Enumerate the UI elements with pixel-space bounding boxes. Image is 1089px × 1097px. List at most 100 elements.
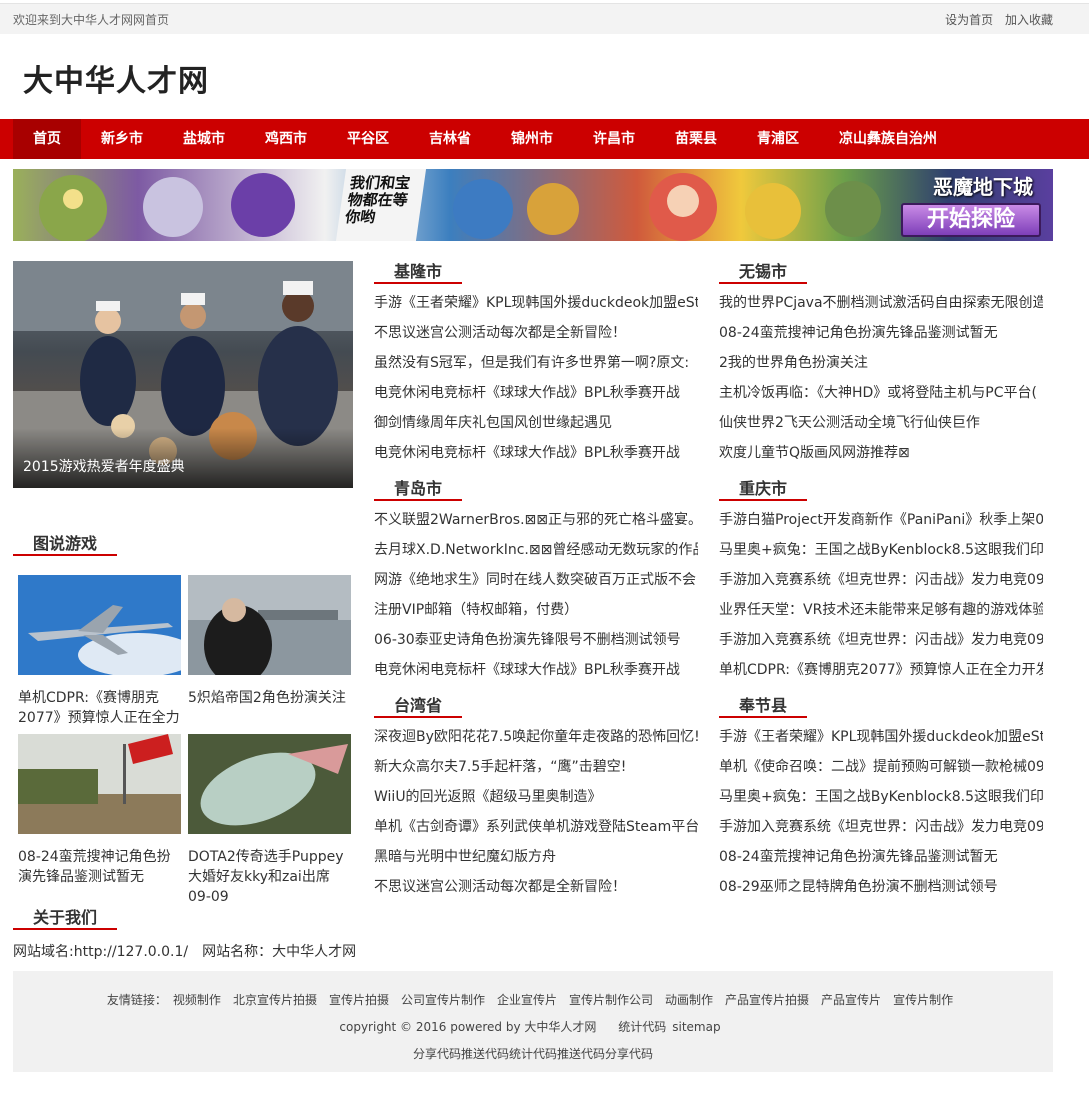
list-item[interactable]: 不思议迷宫公测活动每次都是全新冒险！	[374, 318, 698, 348]
list-item[interactable]: 我的世界PCjava不删档测试激活码自由探索无限创造	[719, 288, 1043, 318]
news-link[interactable]: 深夜迴By欧阳花花7.5唤起你童年走夜路的恐怖回忆!	[374, 729, 698, 745]
nav-item[interactable]: 青浦区	[744, 119, 812, 159]
list-item[interactable]: 去月球X.D.NetworkInc.⊠⊠曾经感动无数玩家的作品	[374, 535, 698, 565]
list-item[interactable]: 不思议迷宫公测活动每次都是全新冒险！	[374, 872, 698, 902]
list-item[interactable]: 仙侠世界2飞天公测活动全境飞行仙侠巨作	[719, 408, 1043, 438]
list-item[interactable]: 08-29巫师之昆特牌角色扮演不删档测试领号	[719, 872, 1043, 902]
hero-feature-image[interactable]: 2015游戏热爱者年度盛典	[13, 261, 353, 488]
news-link[interactable]: 业界任天堂：VR技术还未能带来足够有趣的游戏体验	[719, 602, 1043, 618]
list-item[interactable]: 网游《绝地求生》同时在线人数突破百万正式版不会	[374, 565, 698, 595]
friend-link[interactable]: 产品宣传片	[821, 993, 881, 1007]
gallery-item[interactable]: 5炽焰帝国2角色扮演关注	[188, 575, 351, 708]
list-item[interactable]: 手游白猫Project开发商新作《PaniPani》秋季上架09	[719, 505, 1043, 535]
news-link[interactable]: 单机《古剑奇谭》系列武侠单机游戏登陆Steam平台	[374, 819, 698, 835]
list-item[interactable]: 手游加入竞赛系统《坦克世界：闪击战》发力电竞09	[719, 812, 1043, 842]
friend-link[interactable]: 宣传片制作	[893, 993, 953, 1007]
list-item[interactable]: 新大众高尔夫7.5手起杆落，“鹰”击碧空!	[374, 752, 698, 782]
nav-item-home[interactable]: 首页	[13, 119, 81, 159]
sitemap-link[interactable]: sitemap	[672, 1020, 720, 1034]
friend-link[interactable]: 宣传片制作公司	[569, 993, 653, 1007]
friend-link[interactable]: 北京宣传片拍摄	[233, 993, 317, 1007]
news-link[interactable]: 欢度儿童节Q版画风网游推荐⊠	[719, 445, 910, 461]
friend-link[interactable]: 宣传片拍摄	[329, 993, 389, 1007]
list-item[interactable]: 深夜迴By欧阳花花7.5唤起你童年走夜路的恐怖回忆!	[374, 722, 698, 752]
list-item[interactable]: 欢度儿童节Q版画风网游推荐⊠	[719, 438, 1043, 468]
friend-link[interactable]: 动画制作	[665, 993, 713, 1007]
news-link[interactable]: 电竞休闲电竞标杆《球球大作战》BPL秋季赛开战	[374, 662, 680, 678]
list-item[interactable]: 手游《王者荣耀》KPL现韩国外援duckdeok加盟eStar	[719, 722, 1043, 752]
gallery-caption[interactable]: DOTA2传奇选手Puppey大婚好友kky和zai出席09-09	[188, 847, 351, 907]
list-item[interactable]: 08-24蛮荒搜神记角色扮演先锋品鉴测试暂无	[719, 318, 1043, 348]
news-link[interactable]: 不思议迷宫公测活动每次都是全新冒险！	[374, 325, 626, 341]
nav-item[interactable]: 凉山彝族自治州	[826, 119, 950, 159]
gallery-item[interactable]: DOTA2传奇选手Puppey大婚好友kky和zai出席09-09	[188, 734, 351, 907]
list-item[interactable]: 手游加入竞赛系统《坦克世界：闪击战》发力电竞09	[719, 565, 1043, 595]
gallery-item[interactable]: 08-24蛮荒搜神记角色扮演先锋品鉴测试暂无	[18, 734, 181, 887]
list-item[interactable]: 08-24蛮荒搜神记角色扮演先锋品鉴测试暂无	[719, 842, 1043, 872]
list-item[interactable]: 注册VIP邮箱（特权邮箱，付费）	[374, 595, 698, 625]
friend-link[interactable]: 公司宣传片制作	[401, 993, 485, 1007]
nav-item[interactable]: 鸡西市	[252, 119, 320, 159]
list-item[interactable]: 虽然没有S冠军，但是我们有许多世界第一啊?原文:	[374, 348, 698, 378]
stats-code-link[interactable]: 统计代码	[618, 1020, 666, 1034]
news-link[interactable]: 注册VIP邮箱（特权邮箱，付费）	[374, 602, 578, 618]
nav-item[interactable]: 新乡市	[88, 119, 156, 159]
news-link[interactable]: 我的世界PCjava不删档测试激活码自由探索无限创造	[719, 295, 1043, 311]
nav-item[interactable]: 苗栗县	[662, 119, 730, 159]
nav-item[interactable]: 吉林省	[416, 119, 484, 159]
list-item[interactable]: 06-30泰亚史诗角色扮演先锋限号不删档测试领号	[374, 625, 698, 655]
list-item[interactable]: 2我的世界角色扮演关注	[719, 348, 1043, 378]
news-link[interactable]: 手游加入竞赛系统《坦克世界：闪击战》发力电竞09	[719, 819, 1043, 835]
news-link[interactable]: 网游《绝地求生》同时在线人数突破百万正式版不会	[374, 572, 696, 588]
news-link[interactable]: 黑暗与光明中世纪魔幻版方舟	[374, 849, 556, 865]
start-adventure-button[interactable]: 开始探险	[901, 203, 1041, 237]
list-item[interactable]: 马里奥+疯兔：王国之战ByKenblock8.5这眼我们印象	[719, 782, 1043, 812]
set-home-link[interactable]: 设为首页	[945, 13, 993, 27]
list-item[interactable]: 电竞休闲电竞标杆《球球大作战》BPL秋季赛开战	[374, 438, 698, 468]
news-link[interactable]: 马里奥+疯兔：王国之战ByKenblock8.5这眼我们印象	[719, 542, 1043, 558]
news-link[interactable]: 08-24蛮荒搜神记角色扮演先锋品鉴测试暂无	[719, 325, 998, 341]
nav-item[interactable]: 平谷区	[334, 119, 402, 159]
news-link[interactable]: 新大众高尔夫7.5手起杆落，“鹰”击碧空!	[374, 759, 626, 775]
news-link[interactable]: 不思议迷宫公测活动每次都是全新冒险！	[374, 879, 626, 895]
news-link[interactable]: 马里奥+疯兔：王国之战ByKenblock8.5这眼我们印象	[719, 789, 1043, 805]
gallery-item[interactable]: 单机CDPR:《赛博朋克2077》预算惊人正在全力	[18, 575, 181, 728]
news-link[interactable]: 去月球X.D.NetworkInc.⊠⊠曾经感动无数玩家的作品	[374, 542, 698, 558]
list-item[interactable]: 单机《使命召唤：二战》提前预购可解锁一款枪械09	[719, 752, 1043, 782]
list-item[interactable]: 电竞休闲电竞标杆《球球大作战》BPL秋季赛开战	[374, 655, 698, 685]
list-item[interactable]: 单机CDPR:《赛博朋克2077》预算惊人正在全力开发	[719, 655, 1043, 685]
friend-link[interactable]: 产品宣传片拍摄	[725, 993, 809, 1007]
news-link[interactable]: 手游《王者荣耀》KPL现韩国外援duckdeok加盟eStar	[374, 295, 698, 311]
friend-link[interactable]: 企业宣传片	[497, 993, 557, 1007]
news-link[interactable]: 御剑情缘周年庆礼包国风创世缘起遇见	[374, 415, 612, 431]
list-item[interactable]: 不义联盟2WarnerBros.⊠⊠正与邪的死亡格斗盛宴。	[374, 505, 698, 535]
friend-link[interactable]: 视频制作	[173, 993, 221, 1007]
gallery-caption[interactable]: 5炽焰帝国2角色扮演关注	[188, 688, 351, 708]
site-logo[interactable]: 大中华人才网	[23, 56, 209, 100]
list-item[interactable]: 黑暗与光明中世纪魔幻版方舟	[374, 842, 698, 872]
hero-caption[interactable]: 2015游戏热爱者年度盛典	[13, 428, 353, 488]
list-item[interactable]: 马里奥+疯兔：王国之战ByKenblock8.5这眼我们印象	[719, 535, 1043, 565]
nav-item[interactable]: 许昌市	[580, 119, 648, 159]
news-link[interactable]: 08-24蛮荒搜神记角色扮演先锋品鉴测试暂无	[719, 849, 998, 865]
news-link[interactable]: 2我的世界角色扮演关注	[719, 355, 868, 371]
add-favorite-link[interactable]: 加入收藏	[1005, 13, 1053, 27]
news-link[interactable]: 手游《王者荣耀》KPL现韩国外援duckdeok加盟eStar	[719, 729, 1043, 745]
gallery-caption[interactable]: 单机CDPR:《赛博朋克2077》预算惊人正在全力	[18, 688, 181, 728]
news-link[interactable]: 单机《使命召唤：二战》提前预购可解锁一款枪械09	[719, 759, 1043, 775]
list-item[interactable]: 手游《王者荣耀》KPL现韩国外援duckdeok加盟eStar	[374, 288, 698, 318]
news-link[interactable]: 仙侠世界2飞天公测活动全境飞行仙侠巨作	[719, 415, 980, 431]
list-item[interactable]: 御剑情缘周年庆礼包国风创世缘起遇见	[374, 408, 698, 438]
news-link[interactable]: 不义联盟2WarnerBros.⊠⊠正与邪的死亡格斗盛宴。	[374, 512, 698, 528]
news-link[interactable]: 手游加入竞赛系统《坦克世界：闪击战》发力电竞09	[719, 572, 1043, 588]
news-link[interactable]: 电竞休闲电竞标杆《球球大作战》BPL秋季赛开战	[374, 385, 680, 401]
list-item[interactable]: 业界任天堂：VR技术还未能带来足够有趣的游戏体验	[719, 595, 1043, 625]
news-link[interactable]: WiiU的回光返照《超级马里奥制造》	[374, 789, 602, 805]
nav-item[interactable]: 盐城市	[170, 119, 238, 159]
list-item[interactable]: 手游加入竞赛系统《坦克世界：闪击战》发力电竞09	[719, 625, 1043, 655]
news-link[interactable]: 手游白猫Project开发商新作《PaniPani》秋季上架09	[719, 512, 1043, 528]
list-item[interactable]: 主机冷饭再临：《大神HD》或将登陆主机与PC平台(	[719, 378, 1043, 408]
list-item[interactable]: WiiU的回光返照《超级马里奥制造》	[374, 782, 698, 812]
news-link[interactable]: 单机CDPR:《赛博朋克2077》预算惊人正在全力开发	[719, 662, 1043, 678]
list-item[interactable]: 电竞休闲电竞标杆《球球大作战》BPL秋季赛开战	[374, 378, 698, 408]
